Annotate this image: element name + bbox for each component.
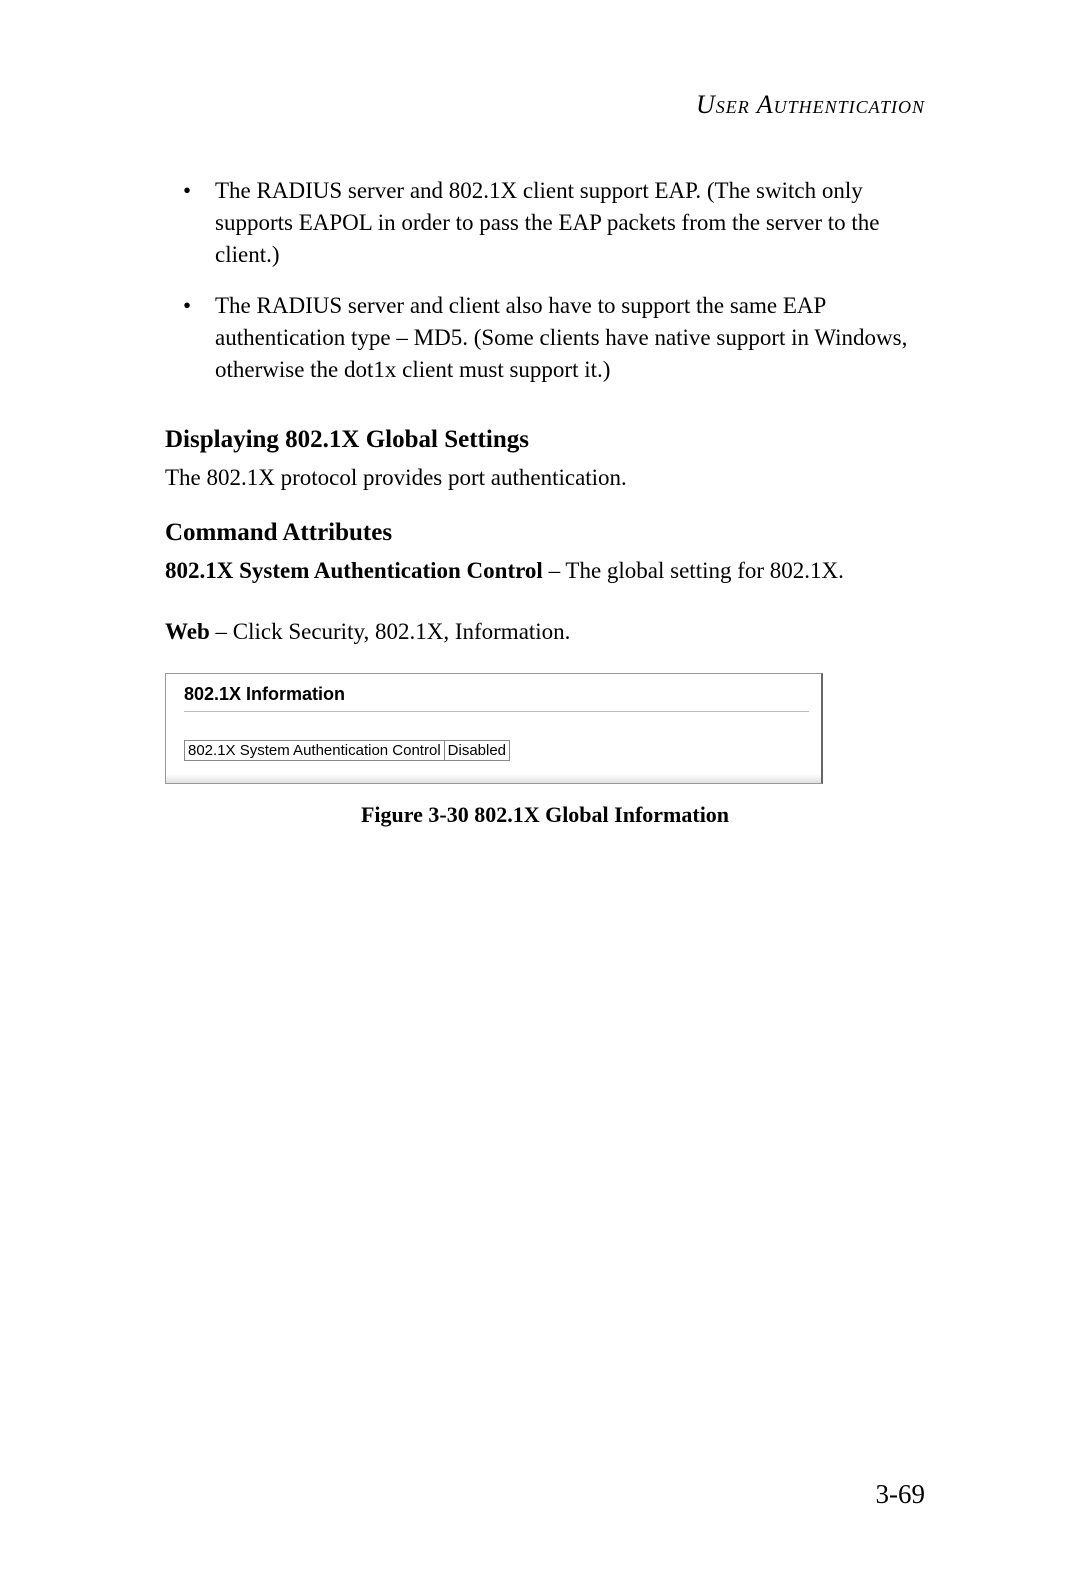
page-header: User Authentication [165, 90, 925, 120]
info-panel: 802.1X Information 802.1X System Authent… [165, 673, 823, 784]
web-label: Web [165, 619, 210, 644]
panel-divider [184, 711, 809, 712]
panel-title: 802.1X Information [184, 684, 803, 705]
info-table: 802.1X System Authentication Control Dis… [184, 740, 510, 761]
table-cell-label: 802.1X System Authentication Control [185, 740, 445, 760]
section-heading-command-attributes: Command Attributes [165, 519, 925, 547]
table-cell-value: Disabled [444, 740, 509, 760]
section-text: The 802.1X protocol provides port authen… [165, 462, 925, 494]
table-row: 802.1X System Authentication Control Dis… [185, 740, 510, 760]
figure-caption: Figure 3-30 802.1X Global Information [165, 802, 925, 828]
attribute-line: 802.1X System Authentication Control – T… [165, 555, 925, 587]
attribute-name: 802.1X System Authentication Control [165, 558, 543, 583]
bullet-item: The RADIUS server and 802.1X client supp… [165, 175, 925, 272]
section-heading-displaying: Displaying 802.1X Global Settings [165, 426, 925, 454]
web-instruction: Web – Click Security, 802.1X, Informatio… [165, 616, 925, 648]
web-path: – Click Security, 802.1X, Information. [210, 619, 571, 644]
page-number: 3-69 [876, 1479, 926, 1510]
attribute-desc: – The global setting for 802.1X. [543, 558, 844, 583]
bullet-list: The RADIUS server and 802.1X client supp… [165, 175, 925, 386]
bullet-item: The RADIUS server and client also have t… [165, 290, 925, 387]
